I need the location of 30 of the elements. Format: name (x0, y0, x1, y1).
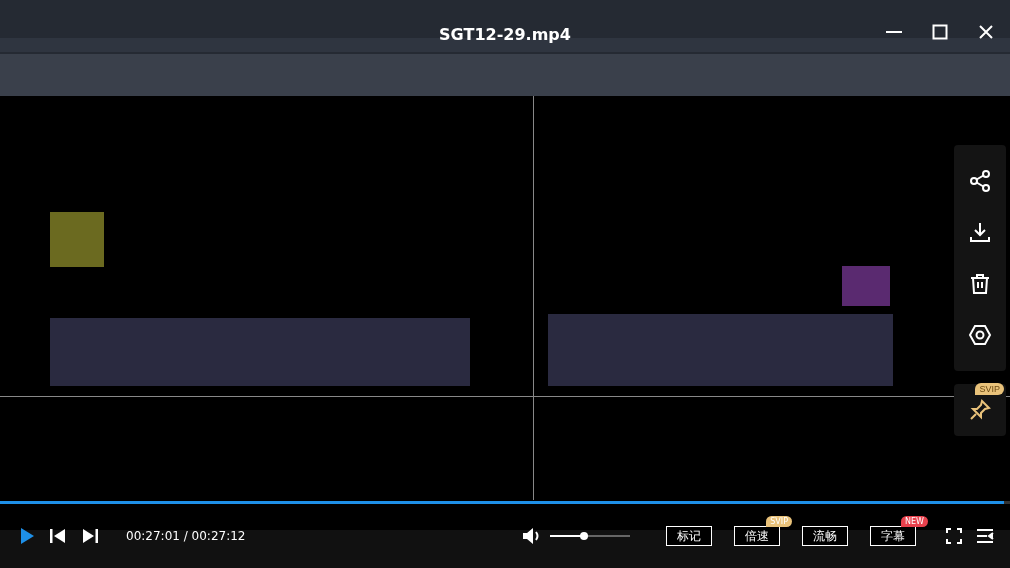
button-badge: NEW (901, 516, 928, 527)
next-icon (82, 529, 98, 543)
pin-button[interactable]: SVIP (954, 384, 1006, 436)
button-badge: SVIP (766, 516, 792, 527)
previous-button[interactable] (50, 529, 66, 543)
player-option-button[interactable]: 流畅 (802, 526, 848, 546)
trash-icon (968, 271, 992, 296)
next-button[interactable] (82, 529, 98, 543)
play-icon (20, 528, 34, 544)
video-title: SGT12-29.mp4 (439, 24, 571, 44)
fullscreen-icon (946, 528, 962, 544)
player-option-button[interactable]: 倍速 (734, 526, 780, 546)
play-button[interactable] (20, 528, 34, 544)
pin-icon (969, 399, 991, 421)
maximize-button[interactable] (930, 22, 950, 42)
close-icon (978, 24, 994, 40)
player-option-button[interactable]: 字幕 (870, 526, 916, 546)
playback-time: 00:27:01 / 00:27:12 (126, 529, 246, 543)
hexagon-icon (968, 323, 992, 348)
playlist-icon (976, 528, 994, 544)
previous-icon (50, 529, 66, 543)
fullscreen-button[interactable] (946, 528, 962, 544)
minimize-icon (886, 31, 902, 33)
download-icon (968, 220, 992, 245)
player-option-button[interactable]: 标记 (666, 526, 712, 546)
share-icon (968, 168, 992, 193)
volume-thumb[interactable] (580, 532, 589, 540)
svip-badge: SVIP (975, 383, 1004, 395)
maximize-icon (932, 24, 948, 40)
playlist-button[interactable] (976, 528, 994, 544)
